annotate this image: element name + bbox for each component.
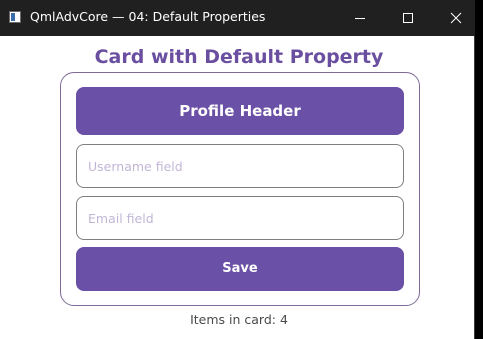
close-button[interactable] xyxy=(432,0,480,36)
profile-header: Profile Header xyxy=(76,87,404,135)
app-window: QmlAdvCore — 04: Default Properties Card… xyxy=(0,0,475,339)
maximize-icon xyxy=(403,13,413,23)
close-icon xyxy=(450,12,462,24)
profile-card: Profile Header Save xyxy=(60,72,420,306)
username-field[interactable] xyxy=(76,144,404,188)
email-field[interactable] xyxy=(76,196,404,240)
minimize-icon xyxy=(355,18,365,19)
save-button[interactable]: Save xyxy=(76,247,404,291)
page-title: Card with Default Property xyxy=(94,46,384,68)
app-window-icon xyxy=(9,11,21,23)
window-title: QmlAdvCore — 04: Default Properties xyxy=(30,9,266,24)
maximize-button[interactable] xyxy=(384,0,432,36)
content-area: Card with Default Property Profile Heade… xyxy=(0,36,474,339)
title-bar[interactable]: QmlAdvCore — 04: Default Properties xyxy=(0,0,475,36)
minimize-button[interactable] xyxy=(336,0,384,36)
items-count-label: Items in card: 4 xyxy=(190,312,288,327)
